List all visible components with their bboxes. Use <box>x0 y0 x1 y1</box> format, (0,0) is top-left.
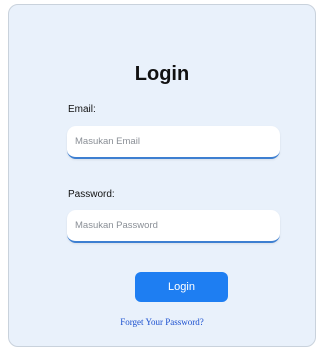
email-field[interactable] <box>67 126 280 159</box>
login-title: Login <box>134 63 190 85</box>
password-field[interactable] <box>67 210 280 243</box>
forgot-password-link[interactable]: Forget Your Password? <box>9 317 315 327</box>
login-card: Login Email: Password: Login Forget Your… <box>8 4 316 347</box>
email-label: Email: <box>68 104 96 115</box>
password-label: Password: <box>68 189 115 200</box>
login-button[interactable]: Login <box>135 272 228 302</box>
